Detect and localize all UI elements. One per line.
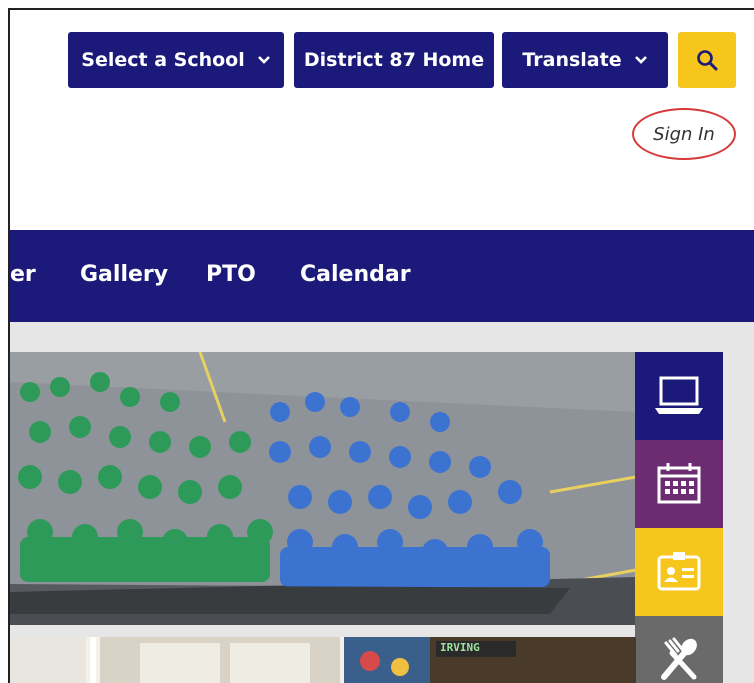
translate-label: Translate	[522, 49, 622, 71]
district-home-label: District 87 Home	[303, 49, 485, 71]
side-link-staff-directory[interactable]	[635, 528, 723, 616]
nav-item-pto[interactable]: PTO	[206, 262, 256, 287]
select-school-label: Select a School	[81, 49, 245, 71]
bottom-photo	[10, 637, 636, 683]
sign-in-link[interactable]: Sign In	[632, 108, 736, 160]
main-nav: er Gallery PTO Calendar	[10, 230, 754, 322]
search-button[interactable]	[678, 32, 736, 88]
nav-item-gallery[interactable]: Gallery	[80, 262, 168, 287]
hero-image	[10, 352, 636, 625]
district-home-button[interactable]: District 87 Home	[294, 32, 494, 88]
nav-item-calendar[interactable]: Calendar	[300, 262, 411, 287]
bottom-banner-text: IRVING	[440, 641, 480, 654]
side-link-calendar[interactable]	[635, 440, 723, 528]
chevron-down-icon	[257, 56, 270, 64]
side-link-menus[interactable]	[635, 616, 723, 683]
select-school-button[interactable]: Select a School	[68, 32, 284, 88]
calendar-icon	[657, 463, 701, 504]
chevron-down-icon	[634, 56, 647, 64]
utensils-icon	[661, 637, 697, 680]
laptop-icon	[655, 376, 703, 414]
page-frame: Select a School District 87 Home Transla…	[8, 8, 754, 683]
nav-item-partial[interactable]: er	[10, 262, 36, 287]
search-icon	[697, 50, 718, 71]
sign-in-label: Sign In	[653, 123, 715, 145]
bottom-photo-row: IRVING	[10, 637, 636, 683]
hero-photo[interactable]	[10, 352, 636, 625]
id-card-icon	[657, 552, 701, 591]
side-link-technology[interactable]	[635, 352, 723, 440]
translate-button[interactable]: Translate	[502, 32, 668, 88]
